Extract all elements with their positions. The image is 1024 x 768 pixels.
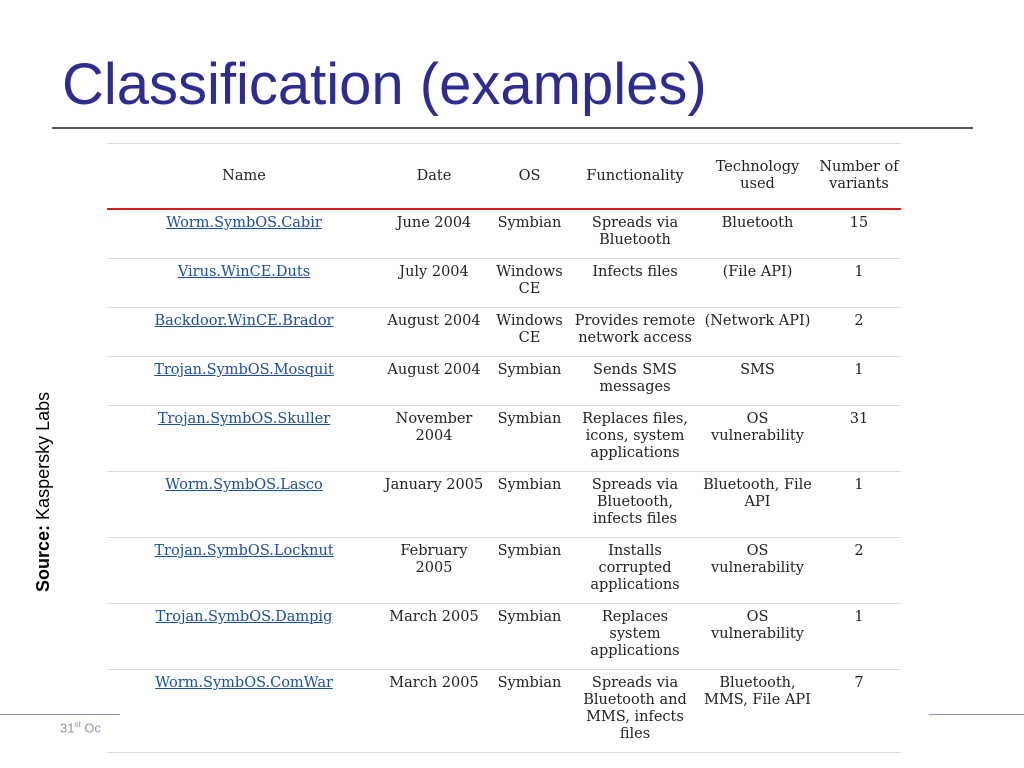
os-cell: Symbian xyxy=(487,603,572,670)
variants-cell: 1 xyxy=(817,258,901,308)
technology-cell: OS vulnerability xyxy=(698,405,817,472)
malware-name-link[interactable]: Trojan.SymbOS.Locknut xyxy=(154,543,333,559)
table-row: Virus.WinCE.Duts July 2004 Windows CE In… xyxy=(107,258,901,308)
os-cell: Symbian xyxy=(487,537,572,604)
malware-name-link[interactable]: Worm.SymbOS.Cabir xyxy=(166,215,322,231)
os-cell: Windows CE xyxy=(487,258,572,308)
os-cell: Symbian xyxy=(487,471,572,538)
header-name: Name xyxy=(107,143,381,210)
title-divider xyxy=(52,127,973,129)
date-cell: March 2005 xyxy=(381,669,487,753)
os-cell: Symbian xyxy=(487,209,572,259)
footer-day: 31 xyxy=(60,720,75,736)
date-cell: March 2005 xyxy=(381,603,487,670)
variants-cell: 2 xyxy=(817,307,901,357)
functionality-cell: Spreads via Bluetooth xyxy=(572,209,698,259)
date-cell: June 2004 xyxy=(381,209,487,259)
source-caption: Source: Kaspersky Labs xyxy=(33,392,54,592)
malware-name-link[interactable]: Trojan.SymbOS.Mosquit xyxy=(154,362,334,378)
malware-name-link[interactable]: Virus.WinCE.Duts xyxy=(178,264,310,280)
variants-cell: 1 xyxy=(817,471,901,538)
malware-name-link[interactable]: Trojan.SymbOS.Dampig xyxy=(156,609,333,625)
technology-cell: OS vulnerability xyxy=(698,537,817,604)
functionality-cell: Replaces system applications xyxy=(572,603,698,670)
table-row: Trojan.SymbOS.Locknut February 2005 Symb… xyxy=(107,537,901,604)
table-row: Worm.SymbOS.ComWar March 2005 Symbian Sp… xyxy=(107,669,901,753)
date-cell: August 2004 xyxy=(381,356,487,406)
footer-date: 31st Oc xyxy=(60,720,101,735)
variants-cell: 7 xyxy=(817,669,901,753)
functionality-cell: Spreads via Bluetooth and MMS, infects f… xyxy=(572,669,698,753)
technology-cell: Bluetooth xyxy=(698,209,817,259)
footer-month: Oc xyxy=(80,720,101,736)
date-cell: July 2004 xyxy=(381,258,487,308)
os-cell: Symbian xyxy=(487,405,572,472)
table-row: Trojan.SymbOS.Dampig March 2005 Symbian … xyxy=(107,603,901,670)
table-header-row: Name Date OS Functionality Technology us… xyxy=(107,143,901,210)
functionality-cell: Installs corrupted applications xyxy=(572,537,698,604)
date-cell: February 2005 xyxy=(381,537,487,604)
variants-cell: 31 xyxy=(817,405,901,472)
header-technology: Technology used xyxy=(698,143,817,210)
source-label: Source: xyxy=(33,524,53,592)
os-cell: Windows CE xyxy=(487,307,572,357)
functionality-cell: Spreads via Bluetooth, infects files xyxy=(572,471,698,538)
header-variants: Number of variants xyxy=(817,143,901,210)
technology-cell: SMS xyxy=(698,356,817,406)
technology-cell: Bluetooth, File API xyxy=(698,471,817,538)
technology-cell: OS vulnerability xyxy=(698,603,817,670)
malware-classification-table: Name Date OS Functionality Technology us… xyxy=(107,143,901,753)
variants-cell: 1 xyxy=(817,356,901,406)
header-date: Date xyxy=(381,143,487,210)
technology-cell: Bluetooth, MMS, File API xyxy=(698,669,817,753)
date-cell: August 2004 xyxy=(381,307,487,357)
malware-name-link[interactable]: Backdoor.WinCE.Brador xyxy=(155,313,334,329)
functionality-cell: Sends SMS messages xyxy=(572,356,698,406)
table-row: Trojan.SymbOS.Skuller November 2004 Symb… xyxy=(107,405,901,472)
slide-title: Classification (examples) xyxy=(62,52,707,117)
malware-name-link[interactable]: Worm.SymbOS.Lasco xyxy=(165,477,323,493)
functionality-cell: Infects files xyxy=(572,258,698,308)
date-cell: November 2004 xyxy=(381,405,487,472)
malware-name-link[interactable]: Trojan.SymbOS.Skuller xyxy=(158,411,330,427)
os-cell: Symbian xyxy=(487,669,572,753)
malware-name-link[interactable]: Worm.SymbOS.ComWar xyxy=(155,675,333,691)
source-value: Kaspersky Labs xyxy=(33,391,53,520)
technology-cell: (File API) xyxy=(698,258,817,308)
header-os: OS xyxy=(487,143,572,210)
table-row: Trojan.SymbOS.Mosquit August 2004 Symbia… xyxy=(107,356,901,406)
footer-divider-right xyxy=(929,714,1024,715)
date-cell: January 2005 xyxy=(381,471,487,538)
technology-cell: (Network API) xyxy=(698,307,817,357)
malware-table-image: Name Date OS Functionality Technology us… xyxy=(107,143,901,768)
header-functionality: Functionality xyxy=(572,143,698,210)
os-cell: Symbian xyxy=(487,356,572,406)
variants-cell: 15 xyxy=(817,209,901,259)
table-row: Worm.SymbOS.Lasco January 2005 Symbian S… xyxy=(107,471,901,538)
table-row: Worm.SymbOS.Cabir June 2004 Symbian Spre… xyxy=(107,209,901,259)
functionality-cell: Replaces files, icons, system applicatio… xyxy=(572,405,698,472)
table-row: Backdoor.WinCE.Brador August 2004 Window… xyxy=(107,307,901,357)
functionality-cell: Provides remote network access xyxy=(572,307,698,357)
variants-cell: 1 xyxy=(817,603,901,670)
variants-cell: 2 xyxy=(817,537,901,604)
footer-divider-left xyxy=(0,714,120,715)
